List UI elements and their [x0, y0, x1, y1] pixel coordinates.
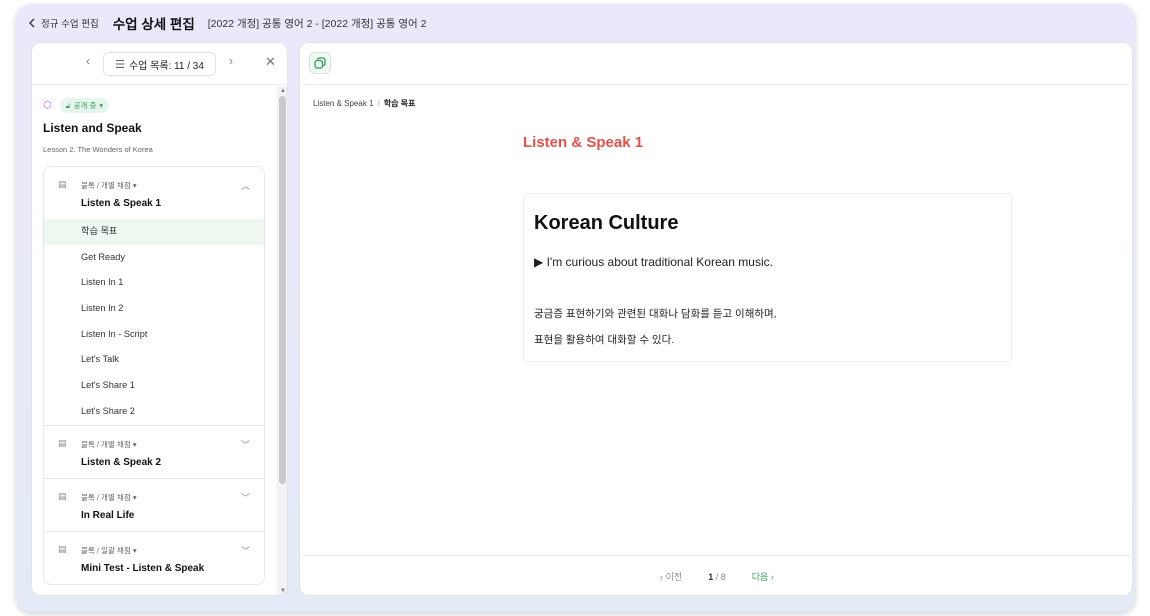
- lesson-list-button[interactable]: ☰ 수업 목록: 11 / 34: [103, 52, 216, 76]
- lesson-subtitle: Lesson 2. The Wonders of Korea: [43, 145, 153, 154]
- sidebar-content: ⬡ 🔓︎ 공개 중 ▾ Listen and Speak Lesson 2. T…: [32, 86, 276, 595]
- list-icon: ☰: [115, 58, 125, 71]
- list-item[interactable]: Get Ready: [44, 245, 264, 271]
- pagination: ‹ 이전 1 / 8 다음 ›: [300, 555, 1132, 595]
- caret-down-icon: ▾: [99, 101, 104, 110]
- chevron-down-icon[interactable]: ﹀: [241, 438, 250, 451]
- content-card: Korean Culture ▶ I'm curious about tradi…: [523, 193, 1012, 362]
- block-header[interactable]: ▤ 블록 / 개별 채점 ▾ Listen & Speak 1 ︿: [44, 167, 264, 219]
- lock-open-icon: 🔓︎: [65, 100, 71, 110]
- block-type[interactable]: 블록 / 개별 채점 ▾: [81, 439, 137, 450]
- list-item[interactable]: Listen In - Script: [44, 322, 264, 348]
- breadcrumb: Listen & Speak 1 /학습 목표: [313, 98, 415, 109]
- back-link[interactable]: 정규 수업 편집: [28, 16, 99, 30]
- current-page: 1: [708, 571, 714, 582]
- block-name: Mini Test - Listen & Speak: [81, 562, 205, 574]
- prev-lesson-button[interactable]: ‹: [86, 54, 90, 68]
- status-label: 공개 중: [73, 101, 97, 110]
- content-heading: Korean Culture: [534, 212, 679, 234]
- block-type[interactable]: 블록 / 개별 채점 ▾: [81, 492, 137, 503]
- content-description-1: 궁금증 표현하기와 관련된 대화나 담화를 듣고 이해하며,: [534, 308, 777, 320]
- block-in-real-life: ▤ 블록 / 개별 채점 ▾ In Real Life ﹀: [44, 479, 264, 532]
- block-header[interactable]: ▤ 블록 / 일괄 채점 ▾ Mini Test - Listen & Spea…: [44, 532, 264, 584]
- block-header[interactable]: ▤ 블록 / 개별 채점 ▾ Listen & Speak 2 ﹀: [44, 426, 264, 478]
- breadcrumb-parent[interactable]: Listen & Speak 1: [313, 99, 373, 108]
- chevron-down-icon[interactable]: ﹀: [241, 544, 250, 557]
- close-sidebar-button[interactable]: ✕: [265, 54, 276, 70]
- next-lesson-button[interactable]: ›: [229, 54, 233, 68]
- breadcrumb-separator: /: [377, 99, 380, 108]
- status-row: ⬡ 🔓︎ 공개 중 ▾: [43, 98, 110, 113]
- block-icon: ▤: [58, 490, 67, 501]
- list-item[interactable]: Let's Share 2: [44, 399, 264, 425]
- sidebar-scrollbar[interactable]: ▲ ▼: [277, 86, 287, 595]
- block-icon: ▤: [58, 437, 67, 448]
- total-pages: / 8: [715, 571, 726, 582]
- lesson-title: Listen and Speak: [43, 121, 142, 135]
- block-listen-speak-1: ▤ 블록 / 개별 채점 ▾ Listen & Speak 1 ︿ 학습 목표 …: [44, 167, 264, 426]
- course-name: [2022 개정] 공통 영어 2 - [2022 개정] 공통 영어 2: [207, 17, 427, 30]
- block-mini-test: ▤ 블록 / 일괄 채점 ▾ Mini Test - Listen & Spea…: [44, 532, 264, 584]
- list-item[interactable]: Let's Talk: [44, 347, 264, 373]
- block-header[interactable]: ▤ 블록 / 개별 채점 ▾ In Real Life ﹀: [44, 479, 264, 531]
- chevron-left-icon: [29, 18, 35, 28]
- page-title: 수업 상세 편집: [112, 17, 195, 32]
- scroll-down-icon[interactable]: ▼: [280, 588, 286, 594]
- list-item[interactable]: Listen In 2: [44, 296, 264, 322]
- block-listen-speak-2: ▤ 블록 / 개별 채점 ▾ Listen & Speak 2 ﹀: [44, 426, 264, 479]
- block-type[interactable]: 블록 / 일괄 채점 ▾: [81, 545, 137, 556]
- cube-icon: ⬡: [43, 100, 52, 111]
- lesson-sidebar: ‹ ☰ 수업 목록: 11 / 34 › ✕ ⬡ 🔓︎ 공개 중 ▾ Liste…: [31, 42, 288, 596]
- back-label: 정규 수업 편집: [41, 19, 99, 30]
- editor-toolbar: [300, 43, 1132, 85]
- block-name: Listen & Speak 2: [81, 456, 162, 468]
- lesson-list-label: 수업 목록: 11 / 34: [128, 60, 204, 72]
- top-bar: 정규 수업 편집 수업 상세 편집 [2022 개정] 공통 영어 2 - [2…: [28, 12, 426, 34]
- chevron-up-icon[interactable]: ︿: [241, 179, 250, 192]
- block-icon: ▤: [58, 543, 67, 554]
- sidebar-header: ‹ ☰ 수업 목록: 11 / 34 › ✕: [32, 43, 287, 85]
- breadcrumb-current: 학습 목표: [383, 99, 416, 108]
- content-description-2: 표현을 활용하여 대화할 수 있다.: [534, 334, 675, 346]
- content-title: Listen & Speak 1: [523, 134, 644, 151]
- copy-icon: [314, 57, 326, 69]
- copy-button[interactable]: [309, 52, 331, 74]
- chevron-down-icon[interactable]: ﹀: [241, 491, 250, 504]
- block-name: In Real Life: [81, 509, 135, 521]
- list-item[interactable]: Listen In 1: [44, 270, 264, 296]
- block-name: Listen & Speak 1: [81, 198, 162, 209]
- editor-panel: Listen & Speak 1 /학습 목표 Listen & Speak 1 …: [299, 42, 1133, 596]
- scrollbar-thumb[interactable]: [279, 96, 286, 484]
- list-item[interactable]: 학습 목표: [44, 219, 264, 245]
- status-badge[interactable]: 🔓︎ 공개 중 ▾: [59, 98, 110, 113]
- block-list: ▤ 블록 / 개별 채점 ▾ Listen & Speak 1 ︿ 학습 목표 …: [43, 166, 265, 585]
- page-indicator: 1 / 8: [708, 572, 726, 582]
- scroll-up-icon[interactable]: ▲: [280, 88, 286, 94]
- next-page-button[interactable]: 다음 ›: [752, 570, 774, 583]
- content-objective: ▶ I'm curious about traditional Korean m…: [534, 255, 773, 269]
- block-type[interactable]: 블록 / 개별 채점 ▾: [81, 180, 137, 191]
- list-item[interactable]: Let's Share 1: [44, 373, 264, 399]
- prev-page-button[interactable]: ‹ 이전: [660, 570, 682, 583]
- block-icon: ▤: [58, 179, 67, 189]
